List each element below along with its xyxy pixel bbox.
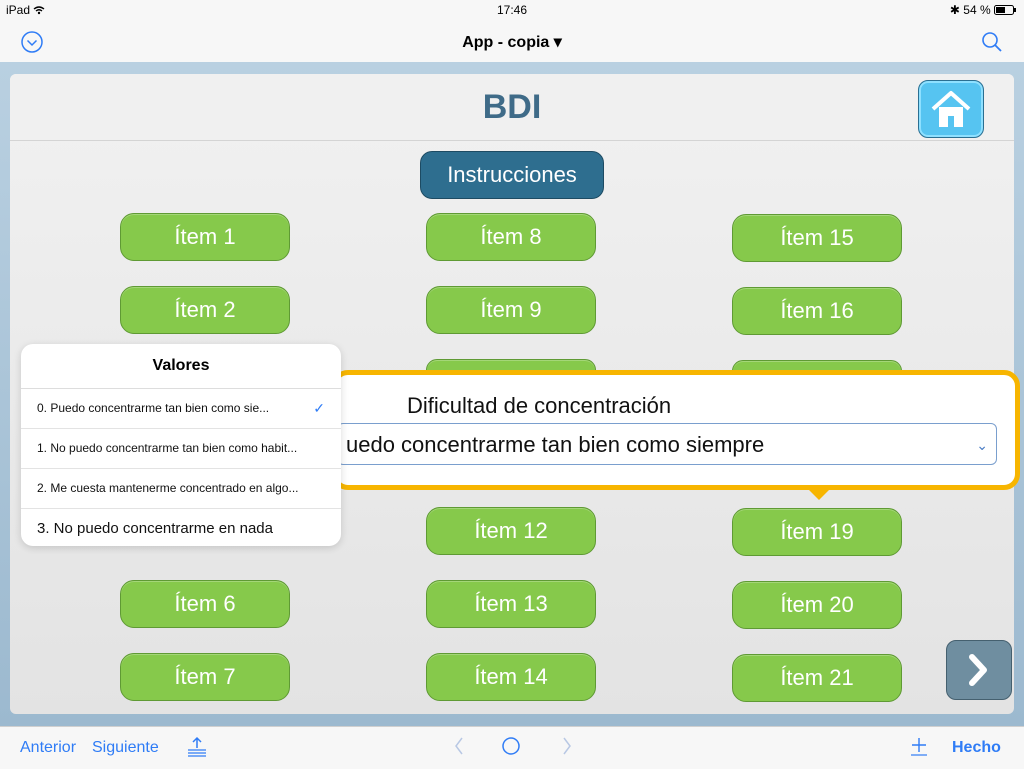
chevron-right-nav-icon[interactable] xyxy=(560,735,574,762)
search-icon[interactable] xyxy=(980,30,1004,59)
app-title[interactable]: App - copia ▾ xyxy=(0,32,1024,52)
select-value: uedo concentrarme tan bien como siempre xyxy=(346,432,765,457)
bluetooth-icon: ✱ xyxy=(949,3,960,17)
value-option[interactable]: 2. Me cuesta mantenerme concentrado en a… xyxy=(21,469,341,509)
next-page-button[interactable] xyxy=(946,640,1012,700)
record-circle-icon[interactable] xyxy=(500,735,522,762)
chevron-left-icon[interactable] xyxy=(452,735,466,762)
nav-bar: App - copia ▾ xyxy=(0,20,1024,62)
value-list-popover: Valores 0. Puedo concentrarme tan bien c… xyxy=(21,344,341,546)
hecho-button[interactable]: Hecho xyxy=(952,739,1001,757)
siguiente-button[interactable]: Siguiente xyxy=(92,739,159,757)
item-6-button[interactable]: Ítem 6 xyxy=(120,580,290,628)
popover-arrow xyxy=(805,486,833,500)
status-bar: iPad 17:46 ✱ 54 % xyxy=(0,0,1024,20)
item-8-button[interactable]: Ítem 8 xyxy=(426,213,596,261)
value-option[interactable]: 0. Puedo concentrarme tan bien como sie.… xyxy=(21,389,341,429)
item-21-button[interactable]: Ítem 21 xyxy=(732,654,902,702)
chevron-down-icon: ⌄ xyxy=(976,437,988,453)
battery-icon xyxy=(994,5,1016,15)
item-20-button[interactable]: Ítem 20 xyxy=(732,581,902,629)
layout-title: BDI xyxy=(482,88,542,126)
home-button[interactable] xyxy=(918,80,984,138)
chevron-right-icon xyxy=(969,654,987,686)
item-9-button[interactable]: Ítem 9 xyxy=(426,286,596,334)
anterior-button[interactable]: Anterior xyxy=(20,739,76,757)
checkmark-icon: ✓ xyxy=(313,400,325,416)
upload-icon[interactable] xyxy=(186,735,208,762)
add-record-icon[interactable] xyxy=(908,735,930,762)
value-option[interactable]: 3. No puedo concentrarme en nada xyxy=(21,509,341,546)
layout-header: BDI xyxy=(10,74,1014,141)
item-7-button[interactable]: Ítem 7 xyxy=(120,653,290,701)
battery-status: ✱ 54 % xyxy=(950,3,1016,17)
item-13-button[interactable]: Ítem 13 xyxy=(426,580,596,628)
value-option[interactable]: 1. No puedo concentrarme tan bien como h… xyxy=(21,429,341,469)
value-select[interactable]: uedo concentrarme tan bien como siempre … xyxy=(337,423,997,465)
instrucciones-button[interactable]: Instrucciones xyxy=(420,151,604,199)
home-icon xyxy=(931,91,971,127)
item-1-button[interactable]: Ítem 1 xyxy=(120,213,290,261)
item-16-button[interactable]: Ítem 16 xyxy=(732,287,902,335)
field-popover: Dificultad de concentración uedo concent… xyxy=(332,370,1020,490)
item-12-button[interactable]: Ítem 12 xyxy=(426,507,596,555)
value-list-title: Valores xyxy=(21,344,341,389)
bottom-toolbar: Anterior Siguiente Hecho xyxy=(0,726,1024,769)
item-19-button[interactable]: Ítem 19 xyxy=(732,508,902,556)
item-2-button[interactable]: Ítem 2 xyxy=(120,286,290,334)
field-label: Dificultad de concentración xyxy=(407,393,672,418)
status-time: 17:46 xyxy=(496,3,528,17)
dropdown-caret-icon: ▾ xyxy=(553,34,562,51)
item-14-button[interactable]: Ítem 14 xyxy=(426,653,596,701)
item-15-button[interactable]: Ítem 15 xyxy=(732,214,902,262)
